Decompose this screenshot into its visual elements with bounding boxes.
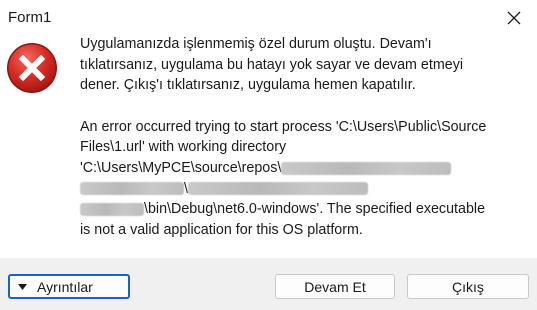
redacted-text [80, 202, 144, 216]
redacted-text [187, 182, 368, 196]
continue-button[interactable]: Devam Et [275, 274, 395, 299]
message-line: \ [80, 179, 528, 200]
message-line: is not a valid application for this OS p… [80, 221, 363, 238]
error-icon [7, 43, 57, 93]
message-text: \bin\Debug\net6.0-windows'. The specifie… [144, 201, 486, 218]
error-icon-wrap [6, 42, 58, 94]
message-text: 'C:\Users\MyPCE\source\repos\ [80, 159, 282, 176]
close-icon [507, 11, 521, 25]
window-title: Form1 [8, 9, 52, 26]
continue-label: Devam Et [304, 278, 366, 295]
close-button[interactable] [491, 0, 537, 36]
message-line: \bin\Debug\net6.0-windows'. The specifie… [80, 199, 528, 220]
message-line: Files\1.url' with working directory [80, 139, 287, 156]
message-line: An error occurred trying to start proces… [80, 118, 487, 135]
details-label: Ayrıntılar [37, 278, 93, 295]
quit-label: Çıkış [452, 278, 484, 295]
message-line: tıklatırsanız, uygulama bu hatayı yok sa… [80, 56, 464, 73]
quit-button[interactable]: Çıkış [407, 274, 529, 299]
title-bar: Form1 [0, 0, 537, 36]
triangle-down-icon [18, 283, 27, 290]
redacted-text [281, 161, 452, 175]
message-line: 'C:\Users\MyPCE\source\repos\ [80, 158, 528, 179]
message-line: Uygulamanızda işlenmemiş özel durum oluş… [80, 36, 432, 52]
error-message: Uygulamanızda işlenmemiş özel durum oluş… [80, 34, 528, 240]
redacted-text [80, 182, 184, 196]
message-line: dener. Çıkış'ı tıklatırsanız, uygulama h… [80, 77, 416, 94]
details-button[interactable]: Ayrıntılar [8, 274, 130, 299]
